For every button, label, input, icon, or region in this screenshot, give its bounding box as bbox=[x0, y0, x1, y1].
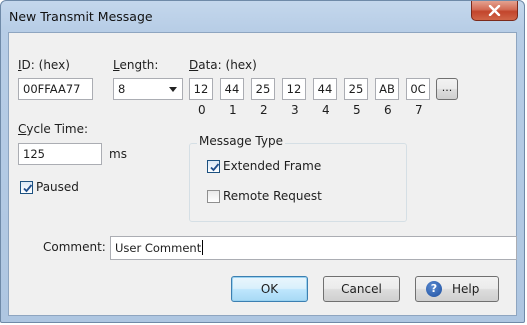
data-index-6: 6 bbox=[384, 103, 392, 117]
remote-request-checkbox[interactable] bbox=[207, 190, 220, 203]
data-index-3: 3 bbox=[291, 103, 299, 117]
comment-input[interactable]: User Comment bbox=[110, 236, 517, 260]
data-byte-0[interactable]: 12 bbox=[189, 78, 213, 100]
comment-value: User Comment bbox=[115, 241, 202, 255]
data-byte-3[interactable]: 12 bbox=[282, 78, 306, 100]
ok-button[interactable]: OK bbox=[231, 276, 308, 302]
data-byte-4[interactable]: 44 bbox=[313, 78, 337, 100]
help-icon: ? bbox=[426, 281, 442, 297]
length-value: 8 bbox=[118, 82, 126, 96]
text-caret bbox=[202, 240, 204, 255]
data-index-4: 4 bbox=[322, 103, 330, 117]
data-label: Data: (hex) bbox=[189, 58, 257, 72]
data-index-5: 5 bbox=[353, 103, 361, 117]
data-index-1: 1 bbox=[229, 103, 237, 117]
dialog-content: ID: (hex) 00FFAA77 Length: 8 Data: (hex)… bbox=[8, 32, 517, 316]
length-dropdown[interactable]: 8 bbox=[113, 78, 183, 100]
cycle-time-unit: ms bbox=[109, 147, 127, 161]
message-type-group bbox=[189, 143, 407, 222]
data-index-7: 7 bbox=[415, 103, 423, 117]
data-byte-6[interactable]: AB bbox=[375, 78, 399, 100]
data-more-button[interactable]: ... bbox=[436, 78, 458, 100]
chevron-down-icon bbox=[169, 87, 177, 92]
help-label: Help bbox=[452, 282, 480, 296]
data-byte-2[interactable]: 25 bbox=[251, 78, 275, 100]
id-input[interactable]: 00FFAA77 bbox=[18, 78, 93, 100]
comment-label: Comment: bbox=[43, 240, 106, 254]
data-byte-1[interactable]: 44 bbox=[220, 78, 244, 100]
close-icon bbox=[488, 5, 501, 16]
cancel-button[interactable]: Cancel bbox=[323, 276, 400, 302]
data-byte-7[interactable]: 0C bbox=[406, 78, 430, 100]
data-index-0: 0 bbox=[198, 103, 206, 117]
paused-checkbox[interactable] bbox=[20, 181, 33, 194]
length-label: Length: bbox=[113, 58, 159, 72]
id-label: ID: (hex) bbox=[18, 58, 70, 72]
dialog-window: New Transmit Message ID: (hex) 00FFAA77 … bbox=[0, 0, 525, 323]
checkmark-icon bbox=[210, 163, 220, 172]
cycle-time-label: Cycle Time: bbox=[18, 122, 89, 136]
extended-frame-checkbox[interactable] bbox=[207, 160, 220, 173]
extended-frame-label: Extended Frame bbox=[223, 159, 322, 173]
help-button[interactable]: ? Help bbox=[415, 276, 499, 302]
message-type-title: Message Type bbox=[197, 134, 285, 148]
cycle-time-input[interactable]: 125 bbox=[18, 143, 102, 165]
close-button[interactable] bbox=[471, 1, 518, 21]
data-byte-5[interactable]: 25 bbox=[344, 78, 368, 100]
checkmark-icon bbox=[23, 184, 33, 193]
remote-request-label: Remote Request bbox=[223, 189, 322, 203]
title-bar[interactable]: New Transmit Message bbox=[1, 1, 524, 33]
data-index-2: 2 bbox=[260, 103, 268, 117]
window-title: New Transmit Message bbox=[9, 9, 153, 24]
paused-label: Paused bbox=[36, 180, 79, 194]
